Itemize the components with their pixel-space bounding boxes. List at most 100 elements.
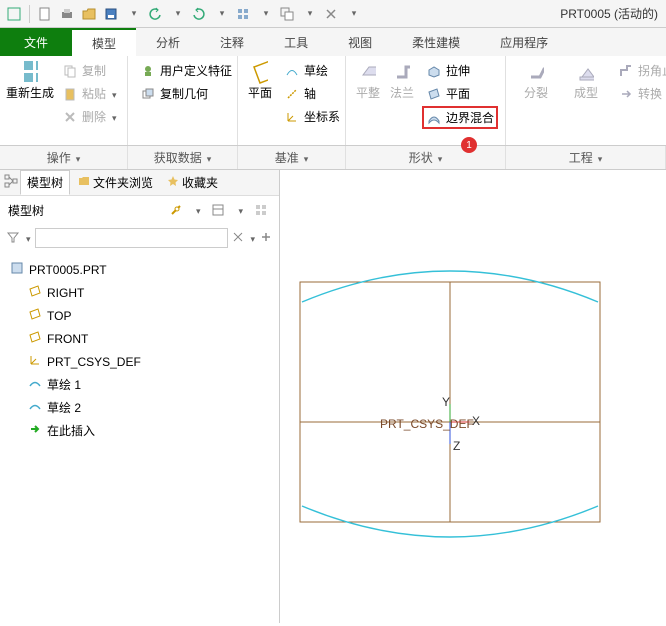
flange-button[interactable]: 法兰: [388, 60, 416, 141]
group-shape[interactable]: 形状: [346, 146, 506, 169]
clear-filter-icon[interactable]: [232, 231, 244, 246]
convert-icon: [618, 86, 634, 102]
delete-label: 删除: [82, 108, 106, 125]
group-ops[interactable]: 操作: [0, 146, 128, 169]
sketch-icon: [284, 63, 300, 79]
form-button[interactable]: 成型: [564, 60, 608, 141]
windows-dropdown[interactable]: [299, 4, 319, 24]
sidetab-folder[interactable]: 文件夹浏览: [72, 171, 159, 194]
sketch-icon: [28, 399, 42, 416]
filter-icon[interactable]: [6, 230, 20, 247]
close-icon[interactable]: [321, 4, 341, 24]
windows-icon[interactable]: [277, 4, 297, 24]
settings-icon[interactable]: [208, 200, 228, 220]
document-title: PRT0005 (活动的): [560, 5, 662, 22]
filter-input[interactable]: [35, 228, 229, 248]
copy-button[interactable]: 复制: [58, 60, 121, 81]
form-label: 成型: [574, 84, 598, 101]
copy-geom-button[interactable]: 复制几何: [136, 83, 236, 104]
plane2-button[interactable]: 平面: [422, 83, 498, 104]
boundary-blend-button[interactable]: 边界混合: [422, 106, 498, 129]
tree-structure-icon: [4, 174, 18, 191]
tab-flex[interactable]: 柔性建模: [392, 28, 480, 56]
flat-icon: [360, 64, 376, 80]
flat-button[interactable]: 平整: [354, 60, 382, 141]
tree-title: 模型树: [8, 202, 44, 219]
split-label: 分裂: [524, 84, 548, 101]
regen-icon[interactable]: [233, 4, 253, 24]
axis-button[interactable]: 轴: [280, 83, 344, 104]
redo-icon[interactable]: [189, 4, 209, 24]
add-icon[interactable]: [259, 230, 273, 247]
tree-item-sketch2[interactable]: 草绘 2: [26, 396, 271, 419]
tree-item-csys[interactable]: PRT_CSYS_DEF: [26, 350, 271, 373]
window-icon[interactable]: [4, 4, 24, 24]
regenerate-button[interactable]: 重新生成: [8, 60, 52, 141]
group-engineering[interactable]: 工程: [506, 146, 666, 169]
svg-text:Y: Y: [442, 395, 450, 409]
csys-button[interactable]: 坐标系: [280, 106, 344, 127]
delete-button[interactable]: 删除: [58, 106, 121, 127]
print-icon[interactable]: [57, 4, 77, 24]
tree-item-front[interactable]: FRONT: [26, 327, 271, 350]
tools-icon[interactable]: [166, 200, 186, 220]
tree-item-insert[interactable]: 在此插入: [26, 419, 271, 442]
redo-dropdown[interactable]: [211, 4, 231, 24]
insert-here-icon: [28, 422, 42, 439]
tab-model[interactable]: 模型: [72, 28, 136, 56]
tab-file[interactable]: 文件: [0, 28, 72, 56]
udf-button[interactable]: 用户定义特征: [136, 60, 236, 81]
quick-access-toolbar: [4, 4, 363, 24]
ribbon: 重新生成 复制 粘贴 删除 用户定义特征 复制几何 平面 草绘 轴: [0, 56, 666, 146]
qat-customize[interactable]: [343, 4, 363, 24]
tab-tools[interactable]: 工具: [264, 28, 328, 56]
plane-button[interactable]: 平面: [246, 60, 274, 141]
undo-icon[interactable]: [145, 4, 165, 24]
graphics-canvas[interactable]: X Y Z PRT_CSYS_DEF: [280, 170, 666, 623]
sketch-button[interactable]: 草绘: [280, 60, 344, 81]
regen-dropdown[interactable]: [255, 4, 275, 24]
tree-header: 模型树: [0, 196, 279, 224]
group-datum[interactable]: 基准: [238, 146, 346, 169]
plane2-icon: [426, 86, 442, 102]
tree-root[interactable]: PRT0005.PRT: [8, 258, 271, 281]
new-icon[interactable]: [35, 4, 55, 24]
corner-relief-button[interactable]: 拐角止裂: [614, 60, 666, 81]
sidetab-favorites[interactable]: 收藏夹: [161, 171, 224, 194]
tree-item-sketch1[interactable]: 草绘 1: [26, 373, 271, 396]
tab-annotate[interactable]: 注释: [200, 28, 264, 56]
csys-label: PRT_CSYS_DEF: [380, 417, 474, 431]
split-button[interactable]: 分裂: [514, 60, 558, 141]
extrude-button[interactable]: 拉伸: [422, 60, 498, 81]
ribbon-tabs: 文件 模型 分析 注释 工具 视图 柔性建模 应用程序: [0, 28, 666, 56]
save-icon[interactable]: [101, 4, 121, 24]
undo-dropdown[interactable]: [167, 4, 187, 24]
sidetab-model-tree[interactable]: 模型树: [20, 170, 70, 195]
copy-label: 复制: [82, 62, 106, 79]
svg-text:Z: Z: [453, 439, 460, 453]
copy-geom-label: 复制几何: [160, 85, 208, 102]
main-area: 模型树 文件夹浏览 收藏夹 模型树 PRT0005.PRT RIGHT TOP …: [0, 170, 666, 623]
tab-apps[interactable]: 应用程序: [480, 28, 568, 56]
ribbon-group-titles: 操作 获取数据 基准 形状 工程: [0, 146, 666, 170]
split-icon: [528, 64, 544, 80]
convert-button[interactable]: 转换: [614, 83, 666, 104]
udf-label: 用户定义特征: [160, 62, 232, 79]
show-icon[interactable]: [251, 200, 271, 220]
copy-icon: [62, 63, 78, 79]
tab-view[interactable]: 视图: [328, 28, 392, 56]
paste-button[interactable]: 粘贴: [58, 83, 121, 104]
corner-relief-label: 拐角止裂: [638, 62, 666, 79]
open-icon[interactable]: [79, 4, 99, 24]
tree-item-top[interactable]: TOP: [26, 304, 271, 327]
save-dropdown[interactable]: [123, 4, 143, 24]
model-tree: PRT0005.PRT RIGHT TOP FRONT PRT_CSYS_DEF…: [0, 252, 279, 623]
group-getdata[interactable]: 获取数据: [128, 146, 238, 169]
tab-analysis[interactable]: 分析: [136, 28, 200, 56]
tree-filter-row: [0, 224, 279, 252]
tree-item-right[interactable]: RIGHT: [26, 281, 271, 304]
datum-plane-icon: [28, 284, 42, 301]
part-icon: [10, 261, 24, 278]
folder-icon: [78, 175, 90, 190]
csys-icon: [28, 353, 42, 370]
